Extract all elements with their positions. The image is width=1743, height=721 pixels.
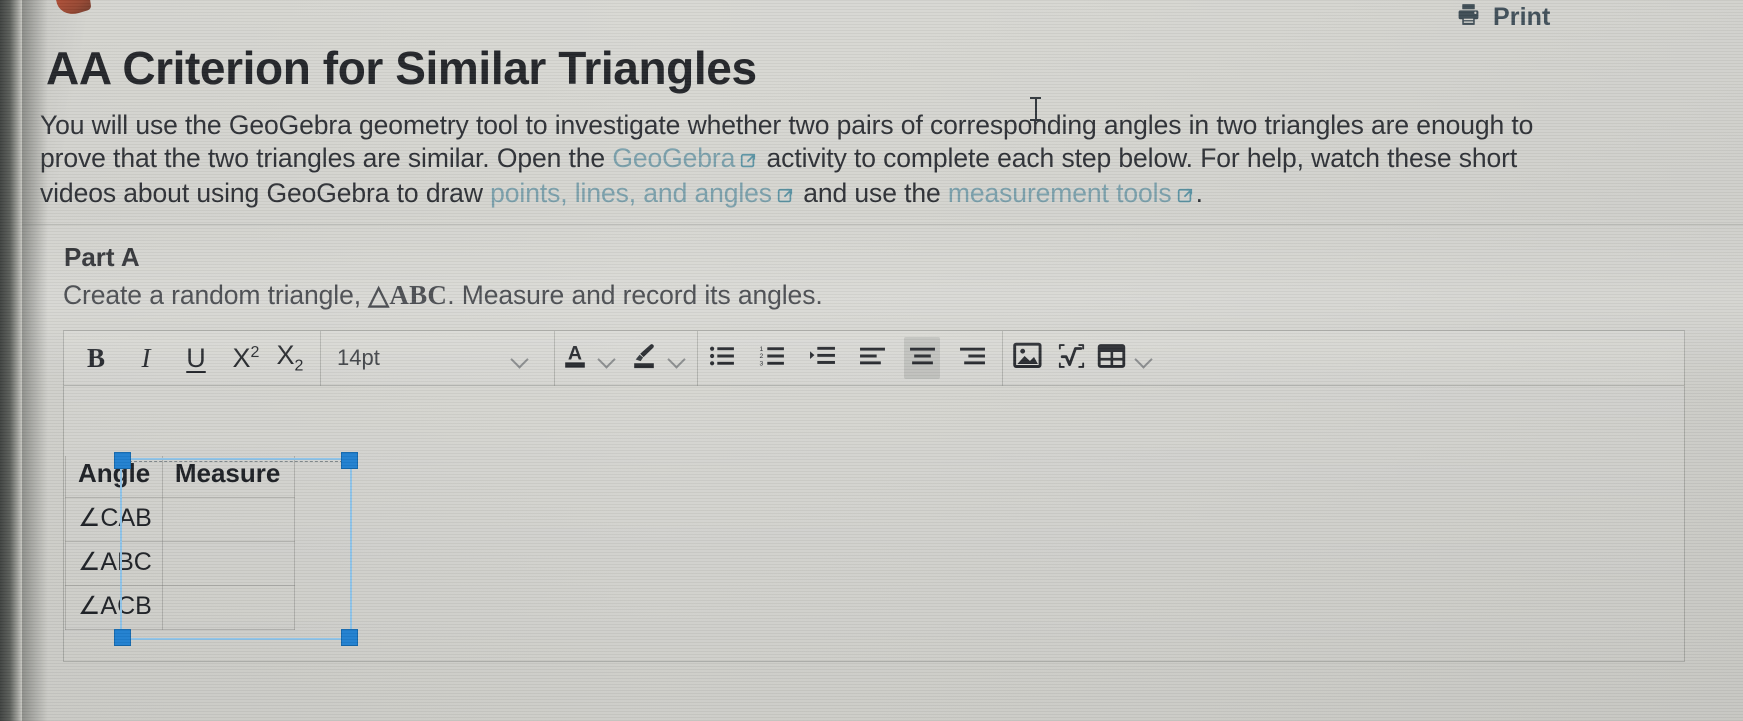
table-row[interactable]: ∠ABC [65,541,295,586]
superscript-base: X [232,342,251,373]
font-size-select[interactable]: 14pt [327,345,542,371]
align-center-button[interactable] [904,337,940,379]
cell-measure[interactable] [161,585,295,630]
editor-toolbar: B I U X2 X2 14pt A 1 2 3 [64,330,1684,386]
insert-table-icon [1097,343,1126,374]
table-header-row: Angle Measure [65,456,295,498]
bulleted-list-icon [709,344,736,373]
assignment-intro: You will use the GeoGebra geometry tool … [40,109,1540,212]
table-row[interactable]: ∠CAB [65,497,295,542]
cell-angle[interactable]: ∠ABC [65,541,163,586]
numbered-list-button[interactable]: 1 2 3 [754,337,790,379]
superscript-button[interactable]: X2 [228,337,264,379]
points-lines-angles-link[interactable]: points, lines, and angles [490,178,772,208]
prompt-text-after: . Measure and record its angles. [447,280,823,310]
subscript-label: X2 [277,340,304,375]
page-title: AA Criterion for Similar Triangles [46,42,757,94]
italic-button[interactable]: I [128,337,164,379]
svg-text:A: A [568,342,582,364]
geogebra-link[interactable]: GeoGebra [612,143,735,173]
align-center-icon [909,345,936,372]
assignment-page: Print AA Criterion for Similar Triangles… [0,0,1743,721]
insert-image-icon [1012,342,1042,374]
print-label: Print [1493,2,1551,31]
italic-label: I [141,342,151,373]
align-right-icon [959,345,986,372]
underline-label: U [186,342,206,373]
column-header-measure: Measure [161,456,295,498]
bold-button[interactable]: B [78,337,114,379]
superscript-exponent: 2 [250,343,260,361]
screen-edge-shadow [22,0,48,721]
align-left-icon [859,345,886,372]
column-header-angle: Angle [65,456,163,498]
resize-handle-bottom-left[interactable] [114,629,131,646]
text-color-button[interactable]: A [561,337,615,379]
align-right-button[interactable] [954,337,990,379]
font-size-value: 14pt [337,345,380,370]
align-left-button[interactable] [854,337,890,379]
resize-handle-top-right[interactable] [341,452,358,469]
editor-document-body[interactable]: Angle Measure ∠CAB ∠ABC ∠ACB [64,386,1684,658]
cell-measure[interactable] [161,541,295,586]
superscript-label: X2 [233,343,260,374]
cell-measure[interactable] [161,497,295,542]
external-link-icon[interactable] [777,179,794,212]
chevron-down-icon[interactable] [512,353,528,363]
insert-equation-icon [1057,342,1086,375]
subscript-button[interactable]: X2 [272,337,308,379]
chevron-down-icon[interactable] [1136,353,1152,363]
insert-table-button[interactable] [1097,337,1152,379]
resize-handle-bottom-right[interactable] [341,629,358,646]
toolbar-divider [554,330,555,386]
underline-button[interactable]: U [178,337,214,379]
insert-equation-button[interactable] [1053,337,1089,379]
numbered-list-icon: 1 2 3 [759,344,786,373]
text-cursor [1030,97,1041,123]
bold-label: B [86,342,105,373]
angle-measure-table[interactable]: Angle Measure ∠CAB ∠ABC ∠ACB [65,456,295,630]
highlight-color-icon [629,341,659,376]
part-a-heading: Part A [64,242,140,272]
highlight-color-button[interactable] [629,337,685,379]
section-divider [0,224,1743,225]
chevron-down-icon[interactable] [599,353,615,363]
svg-text:1: 1 [759,345,763,352]
intro-text-4: . [1195,178,1203,208]
external-link-icon[interactable] [1177,179,1194,212]
insert-image-button[interactable] [1009,337,1045,379]
angle-measure-table-wrapper[interactable]: Angle Measure ∠CAB ∠ABC ∠ACB [65,456,295,630]
indent-button[interactable] [804,337,840,379]
part-a-prompt: Create a random triangle, △ABC. Measure … [63,280,823,311]
indent-icon [809,344,836,373]
external-link-icon[interactable] [740,144,757,177]
toolbar-divider [1002,330,1003,386]
cell-angle[interactable]: ∠CAB [65,497,163,542]
toolbar-divider [697,330,698,386]
chevron-down-icon[interactable] [669,353,685,363]
monitor-bezel-left [0,0,22,721]
text-color-icon: A [561,341,589,376]
rich-text-editor[interactable]: B I U X2 X2 14pt A 1 2 3 Angle Measure ∠… [63,330,1685,662]
subscript-index: 2 [294,357,304,375]
measurement-tools-link[interactable]: measurement tools [948,178,1172,208]
triangle-abc-symbol: △ABC [368,280,448,310]
toolbar-divider [320,330,321,386]
subscript-base: X [276,340,295,371]
cell-angle[interactable]: ∠ACB [65,585,163,630]
bulleted-list-button[interactable] [704,337,740,379]
table-row[interactable]: ∠ACB [65,585,295,630]
prompt-text-before: Create a random triangle, [63,280,369,310]
svg-text:3: 3 [759,360,763,367]
svg-text:2: 2 [759,353,763,360]
print-button[interactable]: Print [1455,2,1550,32]
printer-icon [1455,2,1482,32]
intro-text-3: and use the [795,178,948,208]
